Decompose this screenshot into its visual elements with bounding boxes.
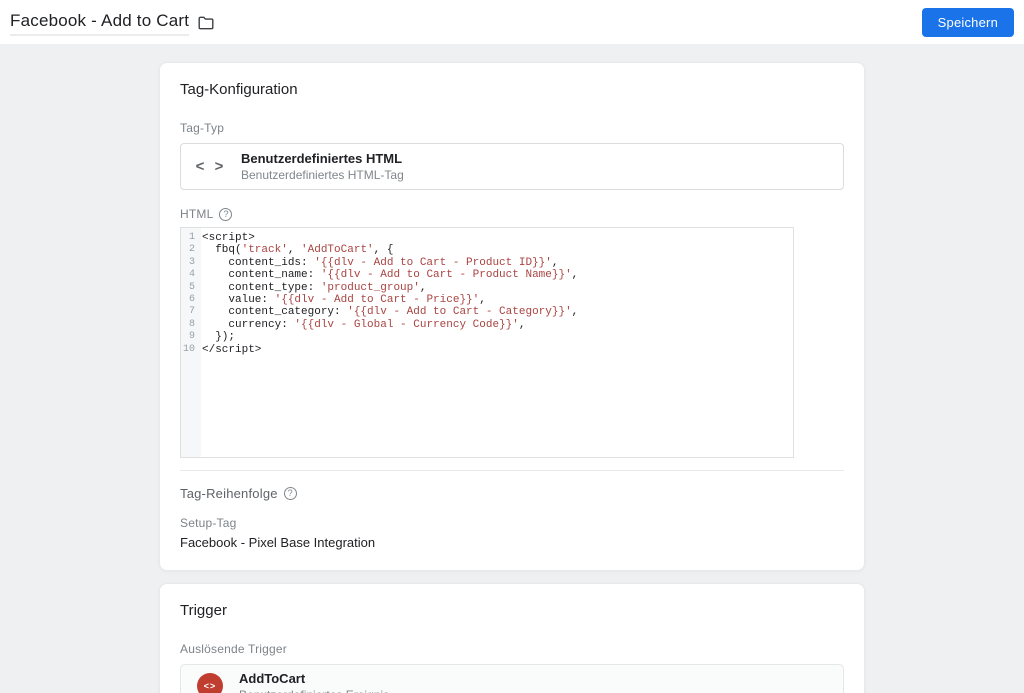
section-divider bbox=[180, 470, 844, 471]
code-line: 4 content_name: '{{dlv - Add to Cart - P… bbox=[181, 269, 793, 281]
code-line: 10 </script> bbox=[181, 344, 793, 356]
code-line: 1 <script> bbox=[181, 232, 793, 244]
line-number: 9 bbox=[188, 331, 195, 343]
code-brackets-icon: < > bbox=[195, 158, 227, 175]
code-line-content: content_category: '{{dlv - Add to Cart -… bbox=[202, 306, 579, 319]
line-number: 2 bbox=[188, 244, 195, 256]
line-number: 8 bbox=[188, 318, 195, 330]
code-line: 9 }); bbox=[181, 331, 793, 343]
trigger-name: AddToCart bbox=[239, 670, 306, 686]
tag-ordering-help-icon[interactable]: ? bbox=[283, 487, 297, 500]
trigger-text: AddToCart Benutzerdefiniertes Ereignis bbox=[239, 671, 389, 693]
line-number: 7 bbox=[188, 306, 195, 318]
setup-tag-label: Setup-Tag bbox=[180, 516, 237, 530]
line-number: 5 bbox=[188, 281, 195, 293]
code-line: 7 content_category: '{{dlv - Add to Cart… bbox=[181, 306, 793, 318]
tag-type-selector[interactable]: < > Benutzerdefiniertes HTML Benutzerdef… bbox=[180, 143, 844, 190]
tag-name-title[interactable]: Facebook - Add to Cart bbox=[10, 9, 190, 36]
html-help-icon[interactable]: ? bbox=[219, 207, 233, 221]
code-line: 8 currency: '{{dlv - Global - Currency C… bbox=[181, 319, 793, 331]
line-number: 10 bbox=[182, 343, 195, 355]
code-line-content: fbq('track', 'AddToCart', { bbox=[202, 244, 394, 257]
app-header: Facebook - Add to Cart Speichern bbox=[0, 0, 1024, 44]
code-line-content: <script> bbox=[202, 232, 255, 244]
trigger-type: Benutzerdefiniertes Ereignis bbox=[239, 688, 389, 693]
trigger-row[interactable]: <> AddToCart Benutzerdefiniertes Ereigni… bbox=[180, 664, 844, 693]
code-line: 3 content_ids: '{{dlv - Add to Cart - Pr… bbox=[181, 257, 793, 269]
firing-triggers-label: Auslösende Trigger bbox=[180, 642, 287, 656]
code-line: 5 content_type: 'product_group', bbox=[181, 282, 793, 294]
tag-ordering-row: Tag-Reihenfolge ? bbox=[180, 486, 844, 501]
code-line: 2 fbq('track', 'AddToCart', { bbox=[181, 244, 793, 256]
save-button[interactable]: Speichern bbox=[921, 7, 1014, 37]
code-line-content: content_type: 'product_group', bbox=[202, 281, 427, 294]
custom-event-icon: <> bbox=[197, 673, 223, 693]
code-line-content: }); bbox=[202, 331, 236, 344]
setup-tag-value: Facebook - Pixel Base Integration bbox=[180, 535, 376, 550]
tag-type-text: Benutzerdefiniertes HTML Benutzerdefinie… bbox=[241, 151, 404, 182]
code-line-content: </script> bbox=[202, 343, 262, 356]
folder-icon[interactable] bbox=[198, 16, 214, 30]
code-lines: 1 <script> 2 fbq('track', 'AddToCart', {3 … bbox=[181, 228, 793, 356]
line-number: 3 bbox=[188, 256, 195, 268]
code-line-content: value: '{{dlv - Add to Cart - Price}}', bbox=[202, 294, 486, 307]
tag-type-description: Benutzerdefiniertes HTML-Tag bbox=[241, 168, 404, 182]
code-line: 6 value: '{{dlv - Add to Cart - Price}}'… bbox=[181, 294, 793, 306]
line-number: 1 bbox=[188, 232, 195, 243]
main-content: Tag-Konfiguration Tag-Typ < > Benutzerde… bbox=[0, 44, 1024, 693]
tag-title-group: Facebook - Add to Cart bbox=[10, 9, 214, 36]
trigger-card: Trigger Auslösende Trigger <> AddToCart … bbox=[159, 583, 865, 693]
tag-configuration-title: Tag-Konfiguration bbox=[180, 81, 298, 98]
line-number: 4 bbox=[188, 269, 195, 281]
tag-type-label: Tag-Typ bbox=[180, 121, 225, 135]
line-number: 6 bbox=[188, 294, 195, 306]
tag-ordering-label: Tag-Reihenfolge bbox=[180, 486, 278, 501]
tag-configuration-card: Tag-Konfiguration Tag-Typ < > Benutzerde… bbox=[159, 62, 865, 571]
html-field-label: HTML bbox=[180, 207, 214, 221]
code-line-content: content_ids: '{{dlv - Add to Cart - Prod… bbox=[202, 256, 559, 269]
code-line-content: content_name: '{{dlv - Add to Cart - Pro… bbox=[202, 269, 579, 282]
trigger-card-title: Trigger bbox=[180, 602, 227, 619]
tag-type-name: Benutzerdefiniertes HTML bbox=[241, 151, 403, 166]
html-code-editor[interactable]: 1 <script> 2 fbq('track', 'AddToCart', {3 … bbox=[180, 227, 794, 458]
html-label-row: HTML ? bbox=[180, 207, 844, 221]
code-line-content: currency: '{{dlv - Global - Currency Cod… bbox=[202, 318, 526, 331]
